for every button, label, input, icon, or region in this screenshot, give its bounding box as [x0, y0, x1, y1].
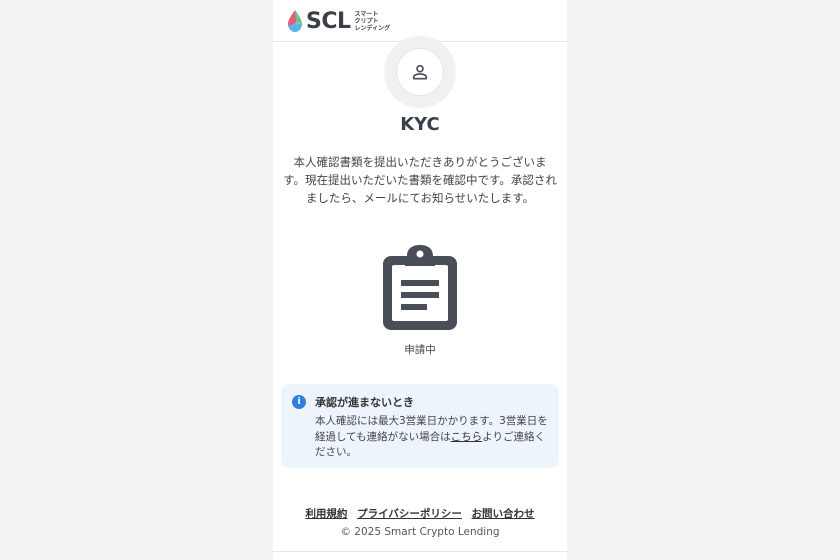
drop-logo-icon [288, 10, 302, 32]
scl-logo[interactable]: SCL スマート クリプト レンディング [287, 7, 390, 35]
mobile-page: SCL スマート クリプト レンディング KYC 本人確認書類を提出いただきあり… [273, 0, 567, 560]
terms-link[interactable]: 利用規約 [305, 508, 347, 520]
clipboard-icon [383, 245, 457, 330]
copyright: © 2025 Smart Crypto Lending [340, 526, 500, 538]
logo-sub-line: スマート [354, 10, 379, 18]
logo-sub-line: レンディング [354, 24, 391, 32]
notice-body: 本人確認には最大3営業日かかります。3営業日を経過しても連絡がない場合はこちらよ… [315, 414, 549, 461]
kyc-message: 本人確認書類を提出いただきありがとうございます。現在提出いただいた書類を確認中で… [283, 155, 557, 205]
notice-box: i 承認が進まないとき 本人確認には最大3営業日かかります。3営業日を経過しても… [281, 384, 559, 468]
divider [273, 551, 567, 552]
avatar [396, 48, 444, 96]
logo-wordmark: SCL [306, 8, 351, 34]
person-icon [412, 64, 428, 80]
logo-sub-line: クリプト [354, 17, 379, 25]
contact-us-link[interactable]: お問い合わせ [472, 508, 535, 520]
contact-link[interactable]: こちら [451, 431, 483, 443]
logo-subtitle: スマート クリプト レンディング [355, 11, 391, 32]
notice-title: 承認が進まないとき [315, 396, 414, 409]
footer-links: 利用規約 プライバシーポリシー お問い合わせ [273, 506, 567, 521]
privacy-link[interactable]: プライバシーポリシー [357, 508, 462, 520]
page-title: KYC [400, 114, 440, 135]
kyc-status: 申請中 [404, 344, 436, 356]
avatar-ring [384, 36, 456, 108]
info-icon: i [292, 395, 306, 409]
